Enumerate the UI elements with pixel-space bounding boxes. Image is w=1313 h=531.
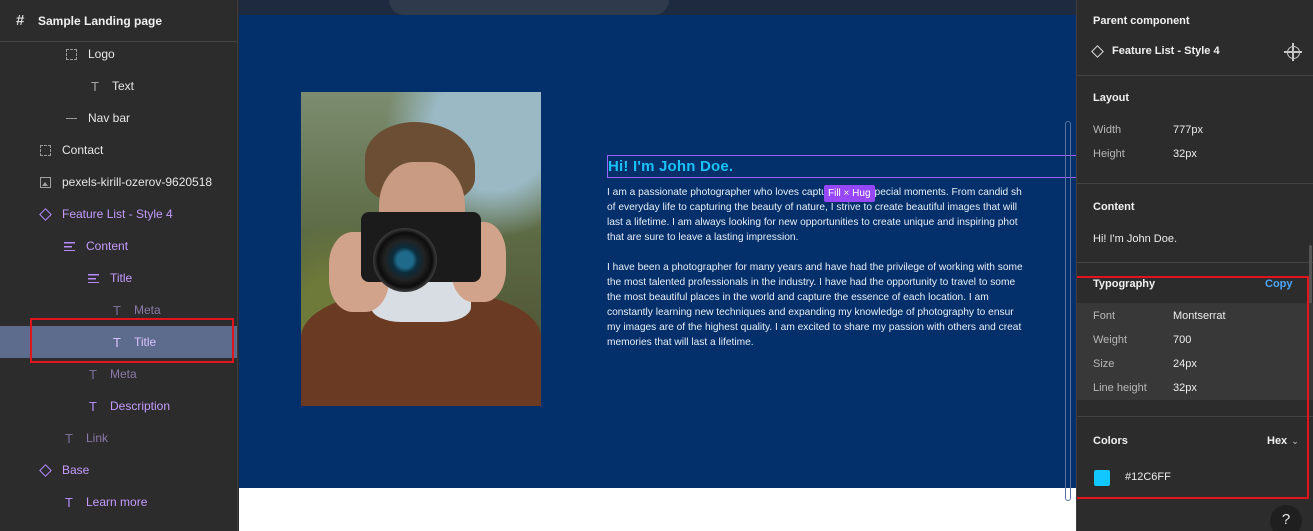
layer-label: Meta	[134, 303, 161, 317]
description-line	[607, 245, 1076, 260]
component-instance-icon	[1091, 44, 1104, 58]
help-button[interactable]: ?	[1270, 505, 1302, 531]
description-line: my images are of the highest quality. I …	[607, 322, 1022, 333]
auto-layout-icon	[86, 271, 100, 285]
layers-panel: # Sample Landing page Logo T Text Nav ba…	[0, 0, 238, 531]
divider	[1077, 75, 1313, 76]
description-line: the most talented professionals in the i…	[607, 277, 1016, 288]
hero-title[interactable]: Hi! I'm John Doe.	[608, 158, 733, 175]
layer-label: Base	[62, 463, 90, 477]
divider	[1077, 262, 1313, 263]
layer-image[interactable]: pexels-kirill-ozerov-9620518	[0, 166, 237, 198]
text-icon: T	[113, 302, 121, 318]
properties-panel: Parent component Feature List - Style 4 …	[1076, 0, 1313, 531]
previous-section-strip	[239, 0, 1076, 15]
image-icon	[38, 175, 52, 189]
content-frame-edge	[1065, 121, 1071, 501]
layer-label: Feature List - Style 4	[62, 207, 173, 221]
description-line: of everyday life to capturing the beauty…	[607, 202, 1017, 213]
layer-base[interactable]: Base	[0, 454, 237, 486]
layer-label: Meta	[110, 367, 137, 381]
layer-label: Link	[86, 431, 109, 445]
content-heading: Content	[1093, 201, 1135, 213]
divider	[1077, 183, 1313, 184]
description-line: I have been a photographer for many year…	[607, 262, 1023, 273]
selection-highlight-box	[30, 318, 234, 363]
layer-learn-more[interactable]: T Learn more	[0, 486, 237, 518]
layer-label: Content	[86, 239, 129, 253]
parent-component-name: Feature List - Style 4	[1112, 45, 1220, 57]
width-label: Width	[1093, 124, 1122, 136]
description-line: last a lifetime. I am always looking for…	[607, 217, 1018, 228]
description-line: the most beautiful places in the world a…	[607, 292, 989, 303]
layer-nav-bar[interactable]: Nav bar	[0, 102, 237, 134]
layer-label: Logo	[88, 47, 115, 61]
text-icon: T	[89, 366, 97, 382]
layer-link[interactable]: T Link	[0, 422, 237, 454]
text-icon: T	[65, 430, 73, 446]
typography-highlight-box	[1077, 276, 1309, 499]
parent-component-heading: Parent component	[1093, 15, 1190, 27]
auto-layout-icon	[62, 239, 76, 253]
component-instance-icon	[38, 463, 52, 477]
design-canvas[interactable]: Hi! I'm John Doe. I am a passionate phot…	[239, 0, 1076, 531]
frame-dotted-icon	[64, 47, 78, 61]
feature-section[interactable]: Hi! I'm John Doe. I am a passionate phot…	[239, 15, 1076, 501]
height-value[interactable]: 32px	[1173, 148, 1197, 160]
height-label: Height	[1093, 148, 1125, 160]
line-icon	[64, 111, 78, 125]
layout-heading: Layout	[1093, 92, 1130, 104]
width-value[interactable]: 777px	[1173, 124, 1203, 136]
layer-label: Text	[112, 79, 135, 93]
layer-contact[interactable]: Contact	[0, 134, 237, 166]
text-icon: T	[89, 398, 97, 414]
photographer-image[interactable]	[301, 92, 541, 406]
layer-feature-list[interactable]: Feature List - Style 4	[0, 198, 237, 230]
description-line: memories that will last a lifetime.	[607, 337, 754, 348]
layer-label: Learn more	[86, 495, 148, 509]
layer-description[interactable]: T Description	[0, 390, 237, 422]
parent-component-row[interactable]: Feature List - Style 4	[1091, 44, 1220, 58]
layer-label: Title	[110, 271, 133, 285]
layer-logo[interactable]: Logo	[0, 38, 237, 70]
frame-dotted-icon	[38, 143, 52, 157]
panel-scrollbar[interactable]	[1309, 245, 1312, 305]
frame-hash-icon: #	[16, 12, 25, 29]
layer-text[interactable]: T Text	[0, 70, 237, 102]
target-icon[interactable]	[1284, 43, 1302, 61]
fill-hug-badge: Fill × Hug	[824, 185, 875, 202]
description-line: constantly learning new techniques and e…	[607, 307, 1014, 318]
content-value[interactable]: Hi! I'm John Doe.	[1093, 233, 1177, 245]
description-text[interactable]: I am a passionate photographer who loves…	[607, 185, 1076, 350]
layer-label: Nav bar	[88, 111, 131, 125]
description-line: that are sure to leave a lasting impress…	[607, 232, 799, 243]
layer-title-group[interactable]: Title	[0, 262, 237, 294]
page-header[interactable]: # Sample Landing page	[0, 0, 237, 42]
layer-label: Contact	[62, 143, 104, 157]
component-instance-icon	[38, 207, 52, 221]
layer-label: Description	[110, 399, 171, 413]
page-title: Sample Landing page	[38, 13, 163, 28]
layer-content[interactable]: Content	[0, 230, 237, 262]
layer-label: pexels-kirill-ozerov-9620518	[62, 175, 213, 189]
text-icon: T	[91, 78, 99, 94]
text-icon: T	[65, 494, 73, 510]
